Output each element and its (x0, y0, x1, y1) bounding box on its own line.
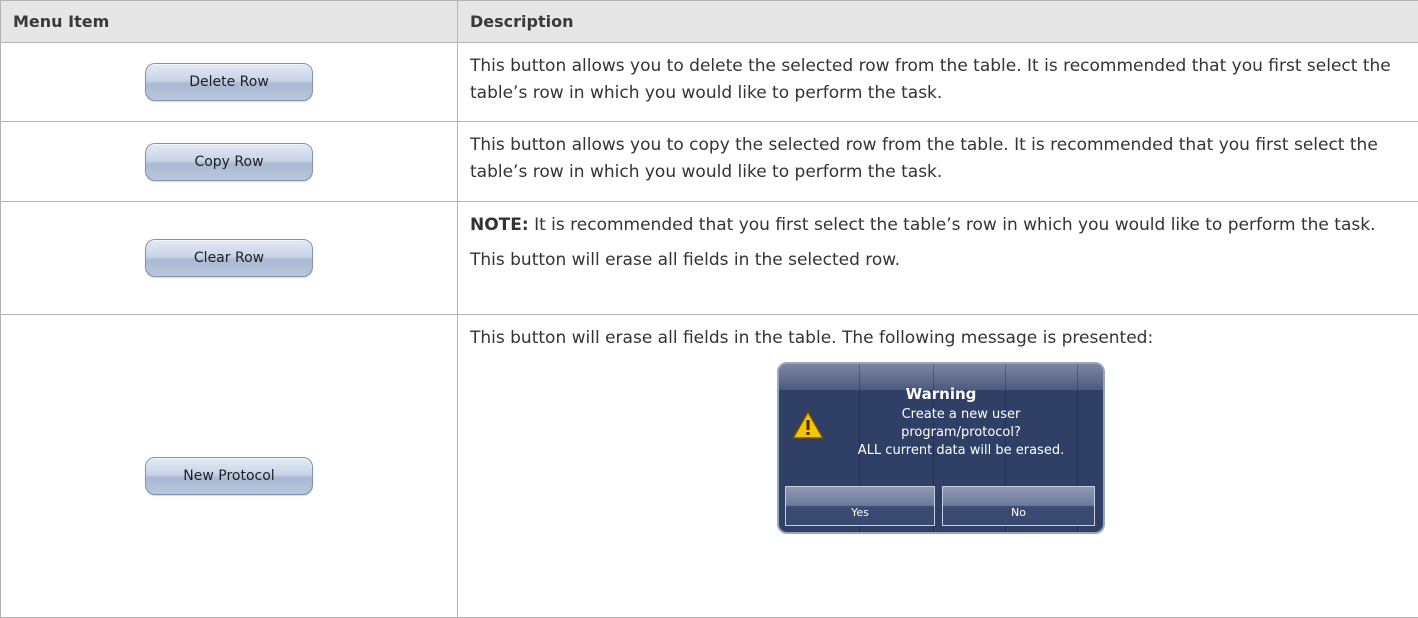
dialog-yes-button[interactable]: Yes (785, 486, 935, 526)
new-protocol-button[interactable]: New Protocol (145, 457, 313, 495)
note-label: NOTE: (470, 215, 529, 235)
warning-triangle-icon (791, 410, 825, 440)
table-row: Copy Row This button allows you to copy … (1, 122, 1418, 202)
dialog-message-line: ALL current data will be erased. (821, 442, 1101, 460)
description-cell: This button will erase all fields in the… (458, 315, 1418, 618)
warning-dialog-screenshot: Warning Create a new user program/protoc… (777, 362, 1105, 534)
description-cell: This button allows you to copy the selec… (458, 122, 1418, 202)
table-row: Delete Row This button allows you to del… (1, 43, 1418, 122)
description-text: This button allows you to delete the sel… (470, 53, 1402, 107)
menu-description-table: Menu Item Description Delete Row This bu… (0, 0, 1418, 618)
copy-row-button[interactable]: Copy Row (145, 143, 313, 181)
table-header-row: Menu Item Description (1, 1, 1418, 43)
description-text: This button allows you to copy the selec… (470, 132, 1402, 186)
warning-dialog: Warning Create a new user program/protoc… (777, 362, 1105, 534)
delete-row-button[interactable]: Delete Row (145, 63, 313, 101)
dialog-message: Create a new user program/protocol? ALL … (821, 406, 1101, 460)
menu-item-cell: Clear Row (1, 202, 458, 315)
dialog-title: Warning (779, 384, 1103, 404)
dialog-message-line: program/protocol? (821, 424, 1101, 442)
table-row: Clear Row NOTE: It is recommended that y… (1, 202, 1418, 315)
header-description: Description (458, 1, 1418, 43)
table-row: New Protocol This button will erase all … (1, 315, 1418, 618)
menu-item-cell: Copy Row (1, 122, 458, 202)
description-cell: This button allows you to delete the sel… (458, 43, 1418, 122)
note-text: It is recommended that you first select … (529, 215, 1376, 235)
menu-item-cell: Delete Row (1, 43, 458, 122)
description-text: This button will erase all fields in the… (470, 325, 1402, 352)
note-paragraph: NOTE: It is recommended that you first s… (470, 212, 1402, 239)
menu-item-cell: New Protocol (1, 315, 458, 618)
header-menu-item: Menu Item (1, 1, 458, 43)
dialog-message-line: Create a new user (821, 406, 1101, 424)
dialog-no-button[interactable]: No (942, 486, 1095, 526)
description-cell: NOTE: It is recommended that you first s… (458, 202, 1418, 315)
description-text: This button will erase all fields in the… (470, 247, 1402, 274)
clear-row-button[interactable]: Clear Row (145, 239, 313, 277)
